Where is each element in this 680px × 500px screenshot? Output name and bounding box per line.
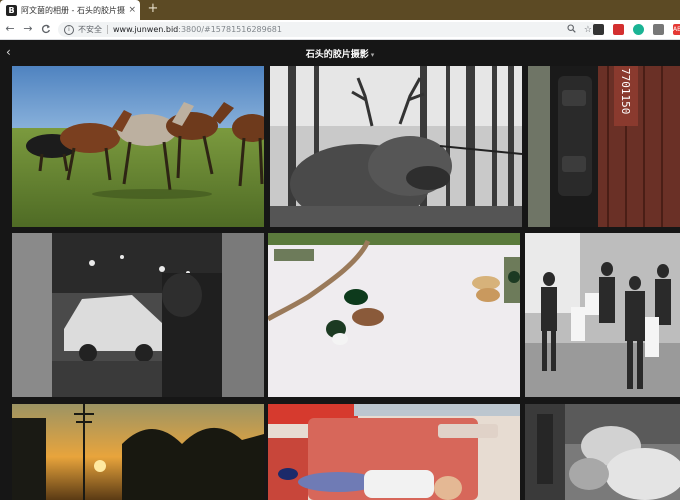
photo-sunset[interactable] — [12, 404, 264, 500]
photo-bw-sleeping[interactable] — [525, 404, 680, 500]
photo-dancers[interactable] — [525, 233, 680, 397]
photo-horses[interactable] — [12, 66, 264, 227]
photo-train-door[interactable]: 7701150 — [528, 66, 680, 227]
photo-child-sleeping[interactable] — [268, 404, 520, 500]
photo-car-night[interactable] — [12, 233, 264, 397]
photo-dogs-snow[interactable] — [268, 233, 520, 397]
svg-text:7701150: 7701150 — [619, 68, 632, 114]
photo-reindeer[interactable] — [270, 66, 522, 227]
photo-grid: 7701150 — [0, 0, 680, 500]
